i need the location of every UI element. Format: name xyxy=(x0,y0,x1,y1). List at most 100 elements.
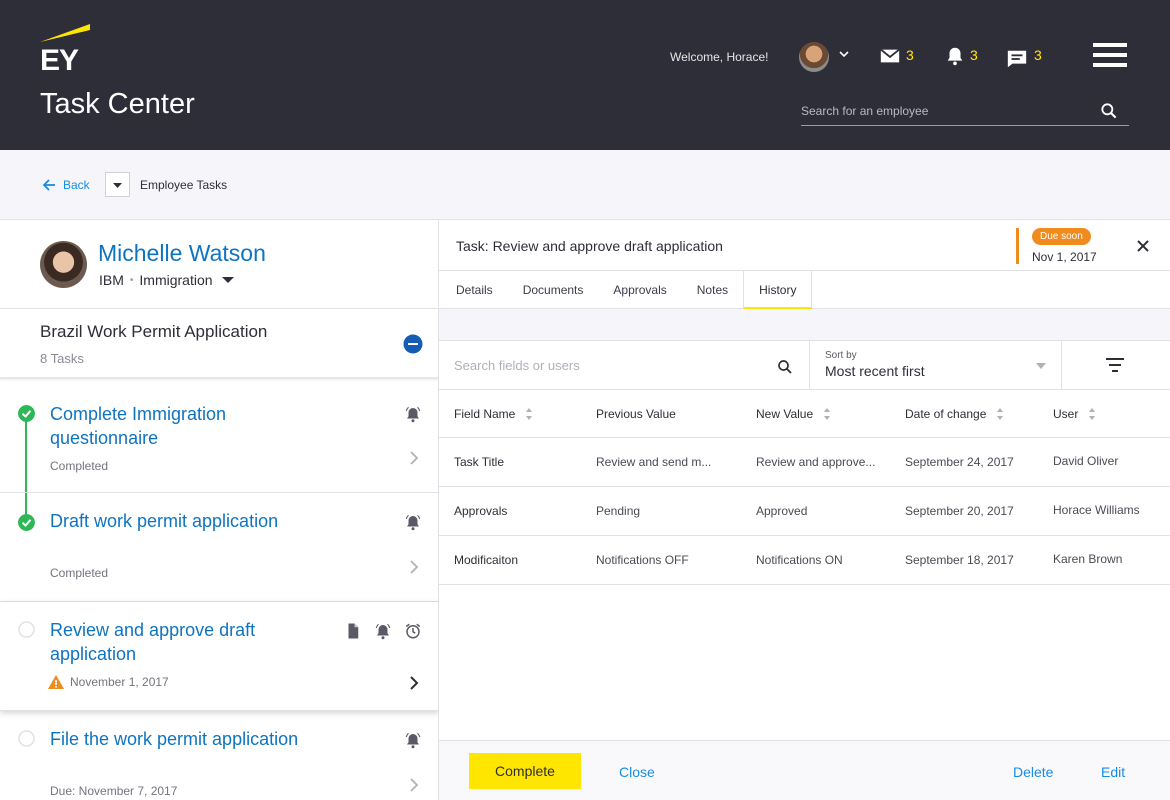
notification-count: 3 xyxy=(970,47,978,63)
table-row[interactable]: Task Title Review and send m... Review a… xyxy=(439,438,1170,487)
task-item[interactable]: File the work permit application Due: No… xyxy=(0,711,438,800)
mail-icon[interactable] xyxy=(879,45,901,67)
hamburger-menu-icon[interactable] xyxy=(1093,43,1127,69)
sort-arrows-icon xyxy=(997,408,1004,420)
welcome-text: Welcome, Horace! xyxy=(670,50,769,64)
logo-beam-icon xyxy=(40,24,90,42)
caret-down-icon xyxy=(113,183,122,188)
chevron-right-icon[interactable] xyxy=(409,778,419,792)
task-title[interactable]: File the work permit application xyxy=(50,727,370,751)
table-row[interactable]: Approvals Pending Approved September 20,… xyxy=(439,487,1170,536)
message-count: 3 xyxy=(1034,47,1042,63)
tab-notes[interactable]: Notes xyxy=(682,271,743,309)
history-toolbar: Sort by Most recent first xyxy=(439,340,1170,390)
employee-avatar xyxy=(40,241,87,288)
tab-approvals[interactable]: Approvals xyxy=(598,271,681,309)
cell-new-value: Review and approve... xyxy=(756,455,876,469)
search-icon[interactable] xyxy=(776,358,794,376)
task-item[interactable]: Draft work permit application Completed xyxy=(0,493,438,602)
task-detail-title: Task: Review and approve draft applicati… xyxy=(456,238,723,254)
cell-previous-value: Pending xyxy=(596,504,641,518)
column-header-user[interactable]: User xyxy=(1053,407,1096,421)
column-header-field-name[interactable]: Field Name xyxy=(454,407,533,421)
column-label: User xyxy=(1053,407,1079,421)
cell-date: September 24, 2017 xyxy=(905,455,1014,469)
cell-user: David Oliver xyxy=(1053,454,1119,468)
document-icon[interactable] xyxy=(344,622,362,640)
alarm-bell-icon[interactable] xyxy=(404,731,422,749)
sort-value: Most recent first xyxy=(825,363,925,379)
complete-button[interactable]: Complete xyxy=(469,753,581,789)
chevron-right-icon[interactable] xyxy=(409,560,419,574)
bell-icon[interactable] xyxy=(944,45,966,67)
cell-new-value: Approved xyxy=(756,504,808,518)
edit-button[interactable]: Edit xyxy=(1101,764,1125,780)
back-link[interactable]: Back xyxy=(41,177,90,193)
app-header: EY Task Center Welcome, Horace! 3 3 3 xyxy=(0,0,1170,150)
task-status: Completed xyxy=(50,566,109,580)
employee-company: IBM xyxy=(99,272,124,288)
column-label: Date of change xyxy=(905,407,987,421)
sort-select[interactable]: Sort by Most recent first xyxy=(809,341,1062,389)
cell-previous-value: Review and send m... xyxy=(596,455,712,469)
close-button[interactable]: Close xyxy=(619,764,655,780)
cell-user: Karen Brown xyxy=(1053,552,1123,566)
task-due: November 1, 2017 xyxy=(48,674,169,690)
user-avatar[interactable] xyxy=(799,42,829,72)
cell-field-name: Approvals xyxy=(454,504,508,518)
chat-icon[interactable] xyxy=(1006,48,1028,70)
employee-name[interactable]: Michelle Watson xyxy=(98,240,266,267)
chevron-down-icon[interactable] xyxy=(837,47,851,61)
task-item[interactable]: Complete Immigration questionnaire Compl… xyxy=(0,379,438,493)
chevron-right-icon[interactable] xyxy=(409,676,419,690)
alarm-bell-icon[interactable] xyxy=(404,513,422,531)
tab-documents[interactable]: Documents xyxy=(508,271,599,309)
detail-footer: Complete Close Delete Edit xyxy=(439,740,1170,800)
filter-icon[interactable] xyxy=(1105,356,1125,374)
collapse-icon[interactable] xyxy=(403,334,423,354)
task-title[interactable]: Draft work permit application xyxy=(50,509,330,533)
column-header-new-value[interactable]: New Value xyxy=(756,407,831,421)
cell-field-name: Modificaiton xyxy=(454,553,519,567)
history-search-input[interactable] xyxy=(454,358,754,373)
task-list-panel: Michelle Watson IBM • Immigration Brazil… xyxy=(0,219,439,800)
sort-arrows-icon xyxy=(824,408,831,420)
chevron-right-icon[interactable] xyxy=(409,451,419,465)
alarm-bell-icon[interactable] xyxy=(404,405,422,423)
project-task-count: 8 Tasks xyxy=(40,351,84,366)
alarm-bell-icon[interactable] xyxy=(374,622,392,640)
task-title[interactable]: Complete Immigration questionnaire xyxy=(50,402,330,450)
tab-details[interactable]: Details xyxy=(441,271,508,309)
due-date: Nov 1, 2017 xyxy=(1032,250,1097,264)
tab-history[interactable]: History xyxy=(743,271,813,309)
ey-logo[interactable]: EY xyxy=(40,24,90,77)
sort-arrows-icon xyxy=(1089,408,1096,420)
alarm-clock-icon[interactable] xyxy=(404,622,422,640)
column-header-previous-value: Previous Value xyxy=(596,407,676,421)
arrow-left-icon xyxy=(42,179,55,191)
sort-arrows-icon xyxy=(526,408,533,420)
employee-search-input[interactable] xyxy=(801,98,1081,124)
app-title: Task Center xyxy=(40,88,195,120)
task-status: Completed xyxy=(50,459,109,473)
check-circle-icon xyxy=(18,514,35,531)
caret-down-icon xyxy=(1036,363,1046,369)
delete-button[interactable]: Delete xyxy=(1013,764,1053,780)
caret-down-icon[interactable] xyxy=(221,275,235,285)
empty-circle-icon xyxy=(18,730,35,747)
search-icon[interactable] xyxy=(1099,101,1119,121)
task-due-date: November 1, 2017 xyxy=(70,675,169,689)
empty-circle-icon xyxy=(18,621,35,638)
detail-tabs: Details Documents Approvals Notes Histor… xyxy=(439,270,1170,309)
column-label: New Value xyxy=(756,407,814,421)
column-header-date[interactable]: Date of change xyxy=(905,407,1004,421)
cell-user: Horace Williams xyxy=(1053,503,1140,517)
cell-date: September 18, 2017 xyxy=(905,553,1014,567)
task-detail-panel: Task: Review and approve draft applicati… xyxy=(439,219,1170,800)
divider xyxy=(0,308,438,309)
close-icon[interactable] xyxy=(1136,239,1150,253)
task-item-active[interactable]: Review and approve draft application Nov… xyxy=(0,602,438,711)
breadcrumb-dropdown[interactable] xyxy=(105,172,130,197)
table-row[interactable]: Modificaiton Notifications OFF Notificat… xyxy=(439,536,1170,585)
task-title[interactable]: Review and approve draft application xyxy=(50,618,330,666)
